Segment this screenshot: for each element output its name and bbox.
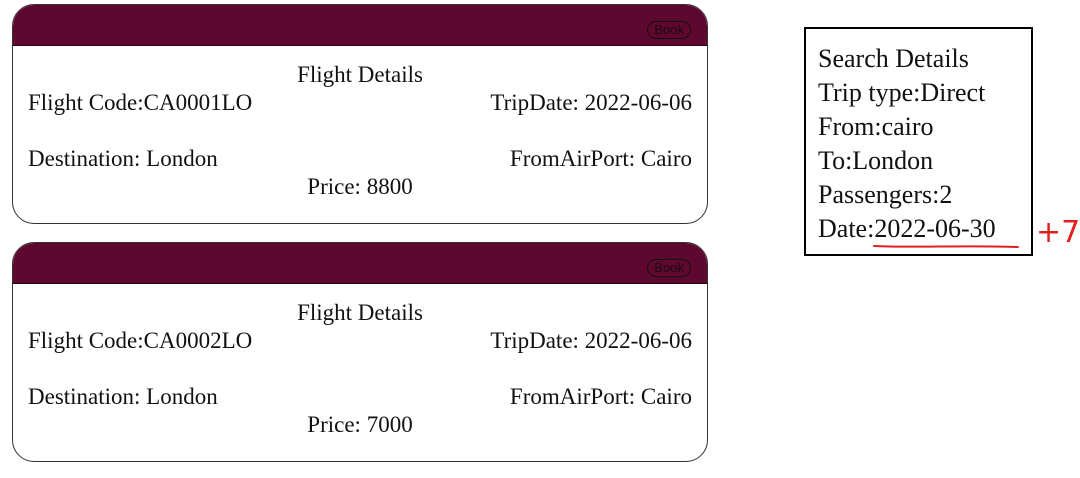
flight-code: Flight Code:CA0001LO	[28, 90, 253, 115]
destination: Destination: London	[28, 384, 218, 409]
flight-details-title: Flight Details	[297, 62, 423, 87]
date-label: Date:	[818, 214, 875, 243]
date-value-wrapper: 2022-06-30	[873, 212, 1020, 248]
passengers: Passengers:2	[818, 180, 953, 209]
search-details-panel: Search Details Trip type:Direct From:cai…	[804, 27, 1033, 256]
book-button[interactable]: Book	[647, 21, 691, 39]
handwritten-note: +7	[1036, 215, 1080, 248]
flight-details-title: Flight Details	[297, 300, 423, 325]
date-value: 2022-06-30	[874, 214, 996, 243]
search-date: Date:2022-06-30	[818, 212, 1031, 248]
trip-date: TripDate: 2022-06-06	[490, 90, 692, 115]
from-airport: FromAirPort: Cairo	[509, 384, 692, 409]
flight-card: Book Flight Details Flight Code:CA0001LO…	[12, 4, 708, 224]
book-button[interactable]: Book	[647, 259, 691, 277]
destination: Destination: London	[28, 146, 218, 171]
card-header: Book	[13, 5, 707, 46]
page: Book Flight Details Flight Code:CA0001LO…	[0, 0, 1080, 478]
flight-card: Book Flight Details Flight Code:CA0002LO…	[12, 242, 708, 462]
handwritten-underline-icon	[873, 245, 1020, 248]
price: Price: 8800	[307, 174, 413, 199]
card-header: Book	[13, 243, 707, 284]
search-to: To:London	[818, 146, 934, 175]
trip-date: TripDate: 2022-06-06	[490, 328, 692, 353]
flight-code: Flight Code:CA0002LO	[28, 328, 253, 353]
price: Price: 7000	[307, 412, 413, 437]
search-details-title: Search Details	[818, 44, 969, 73]
note-text: +7	[1036, 215, 1080, 248]
from-airport: FromAirPort: Cairo	[509, 146, 692, 171]
search-from: From:cairo	[818, 112, 934, 141]
trip-type: Trip type:Direct	[818, 78, 986, 107]
